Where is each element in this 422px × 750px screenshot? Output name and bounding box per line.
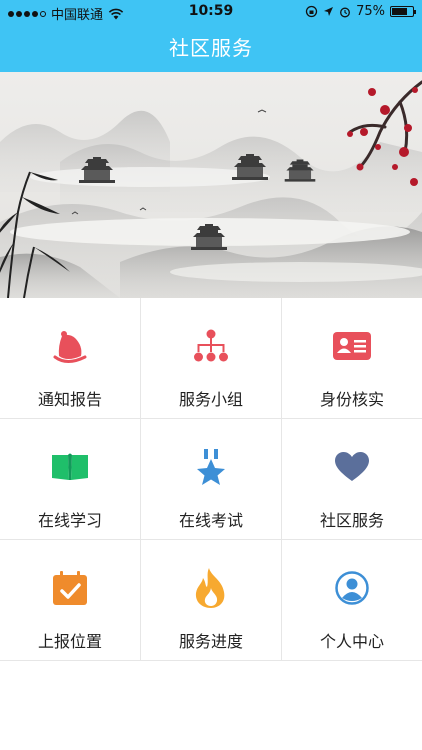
grid-item-service-progress[interactable]: 服务进度 [141, 540, 282, 661]
grid-item-online-exam[interactable]: 在线考试 [141, 419, 282, 540]
battery-icon [390, 6, 416, 17]
banner-carousel[interactable] [0, 72, 422, 298]
page-title: 社区服务 [169, 36, 253, 60]
grid-item-community-service[interactable]: 社区服务 [282, 419, 422, 540]
grid-item-label: 上报位置 [37, 632, 102, 651]
user-circle-icon [332, 568, 372, 608]
book-icon [50, 447, 90, 487]
grid-item-personal-center[interactable]: 个人中心 [282, 540, 422, 661]
grid-item-online-learning[interactable]: 在线学习 [0, 419, 141, 540]
status-bar: 中国联通 10:59 75% [0, 0, 422, 24]
location-arrow-icon [324, 7, 334, 16]
medal-icon [191, 447, 231, 487]
grid-item-label: 身份核实 [319, 390, 384, 409]
grid-item-label: 在线考试 [178, 511, 243, 530]
calendar-check-icon [50, 568, 90, 608]
banner-image [0, 72, 422, 298]
rotation-lock-icon [305, 5, 318, 18]
org-chart-icon [191, 326, 231, 366]
grid-item-service-group[interactable]: 服务小组 [141, 298, 282, 419]
id-card-icon [332, 326, 372, 366]
grid-item-label: 个人中心 [319, 632, 384, 651]
header: 中国联通 10:59 75% 社区服务 [0, 0, 422, 72]
service-grid: 通知报告 服务小组 身份核实 在线学习 在线考试 社区服务 上报位置 服务进度 … [0, 298, 422, 661]
alarm-icon [340, 7, 351, 17]
grid-item-label: 通知报告 [37, 390, 102, 409]
battery-percent: 75% [356, 4, 385, 19]
grid-item-label: 社区服务 [319, 511, 384, 530]
heart-icon [332, 447, 372, 487]
grid-item-notice-report[interactable]: 通知报告 [0, 298, 141, 419]
grid-item-identity-verify[interactable]: 身份核实 [282, 298, 422, 419]
grid-item-report-location[interactable]: 上报位置 [0, 540, 141, 661]
grid-item-label: 服务小组 [178, 390, 243, 409]
flame-icon [191, 568, 231, 608]
grid-item-label: 服务进度 [178, 632, 243, 651]
bell-icon [50, 326, 90, 366]
grid-item-label: 在线学习 [37, 511, 102, 530]
